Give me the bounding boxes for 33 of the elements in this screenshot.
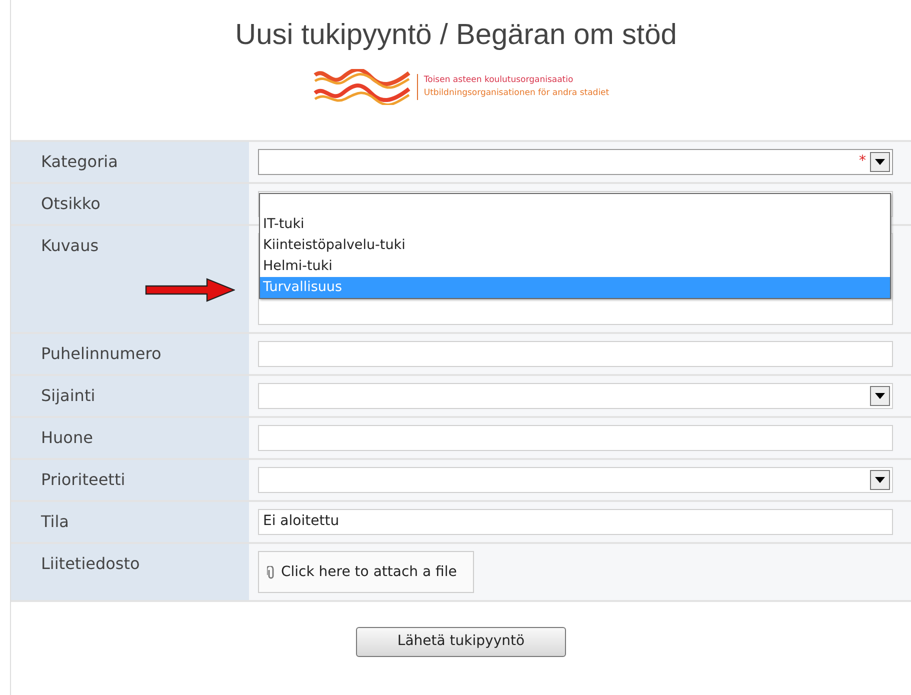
field-label: Puhelinnumero: [11, 334, 249, 374]
attach-button[interactable]: Click here to attach a file: [258, 550, 474, 592]
dropdown-option[interactable]: IT-tuki: [260, 214, 890, 235]
logo-text: Utbildningsorganisationen för andra stadiet: [424, 86, 610, 100]
field-label: Huone: [11, 418, 249, 458]
required-mark: *: [859, 152, 866, 171]
field-label: Kategoria: [11, 142, 249, 182]
dropdown-option[interactable]: Kiinteistöpalvelu-tuki: [260, 235, 890, 256]
select-field[interactable]: *: [258, 148, 893, 174]
wave-logo-icon: [312, 68, 411, 104]
field-label: Prioriteetti: [11, 460, 249, 500]
field-label: Liitetiedosto: [11, 544, 249, 600]
submit-button[interactable]: Lähetä tukipyyntö: [356, 626, 566, 656]
paperclip-icon: [267, 566, 275, 578]
dropdown-button[interactable]: [870, 152, 890, 172]
field-label: Kuvaus: [11, 226, 249, 332]
dropdown-button[interactable]: [870, 386, 890, 406]
caret-icon: [875, 476, 885, 482]
field-label: Otsikko: [11, 184, 249, 224]
logo-text: Toisen asteen koulutusorganisaatio: [424, 74, 574, 86]
select-field[interactable]: [258, 466, 893, 492]
caret-icon: [875, 158, 885, 164]
caret-icon: [875, 392, 885, 398]
input-field[interactable]: [258, 424, 893, 450]
select-field[interactable]: [258, 382, 893, 408]
field-label: Sijainti: [11, 376, 249, 416]
dropdown-button[interactable]: [870, 470, 890, 490]
arrow-icon: [145, 278, 235, 302]
input-field[interactable]: Ei aloitettu: [258, 508, 893, 534]
field-label: Tila: [11, 502, 249, 542]
dropdown-option[interactable]: Helmi-tuki: [260, 256, 890, 277]
page-title: Uusi tukipyyntö / Begäran om stöd: [234, 18, 678, 53]
input-field[interactable]: [258, 340, 893, 366]
